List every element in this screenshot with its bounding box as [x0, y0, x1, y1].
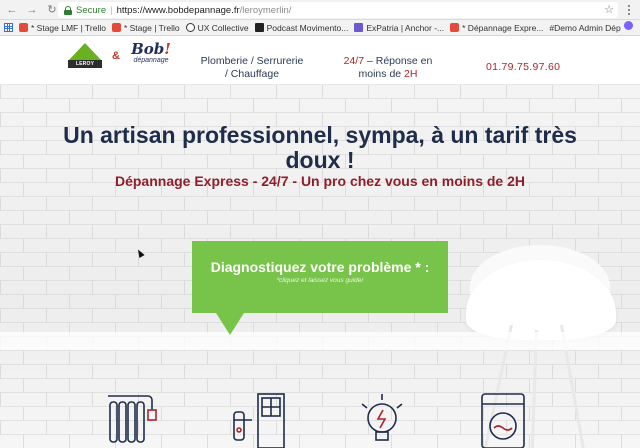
bookmarks-bar: * Stage LMF | Trello * Stage | Trello UX… — [0, 20, 640, 36]
diagnose-hint: *cliquez et laissez vous guider — [276, 277, 364, 284]
trello-icon — [111, 23, 121, 32]
address-bar[interactable]: Secure | https://www.bobdepannage.fr/ler… — [58, 2, 618, 18]
ux-collective-icon — [185, 23, 195, 32]
lightbulb-icon[interactable] — [352, 388, 412, 448]
site-header: LEROY MERLIN & Bob! dépannage Plomberie … — [0, 37, 640, 85]
lock-icon — [64, 5, 72, 15]
url-domain: https://www.bobdepannage.fr — [116, 4, 240, 16]
bookmark-star-icon[interactable]: ☆ — [604, 3, 614, 16]
phone-number[interactable]: 01.79.75.97.60 — [486, 61, 560, 73]
browser-toolbar: ← → ↻ Secure | https://www.bobdepannage.… — [0, 0, 640, 20]
podcast-icon — [254, 23, 264, 32]
diagnose-button[interactable]: Diagnostiquez votre problème * : *clique… — [192, 241, 448, 313]
bookmark-depannage[interactable]: * Dépannage Expre... — [450, 23, 543, 33]
services-nav[interactable]: Plomberie / Serrurerie / Chauffage — [196, 55, 308, 81]
ampersand: & — [112, 50, 120, 62]
bookmark-stage-lmf[interactable]: * Stage LMF | Trello — [19, 23, 106, 33]
diagnose-title: Diagnostiquez votre problème * : — [210, 259, 430, 275]
hero-subtitle: Dépannage Express - 24/7 - Un pro chez v… — [114, 173, 525, 189]
door-lock-icon[interactable] — [228, 388, 288, 448]
back-icon[interactable]: ← — [4, 2, 20, 18]
washing-machine-icon[interactable] — [478, 388, 538, 448]
bob-depannage-logo[interactable]: Bob! dépannage — [131, 41, 171, 65]
apps-icon[interactable] — [4, 23, 13, 32]
hero-section: Un artisan professionnel, sympa, à un ta… — [0, 85, 640, 448]
secure-label: Secure — [76, 4, 107, 16]
separator: | — [110, 4, 113, 16]
forward-icon[interactable]: → — [24, 2, 40, 18]
availability-info: 24/7 – Réponse en moins de 2H — [343, 55, 433, 80]
radiator-icon[interactable] — [100, 388, 160, 448]
trello-icon — [450, 23, 460, 32]
bookmark-ux-collective[interactable]: UX Collective — [185, 23, 249, 33]
anchor-icon — [354, 23, 364, 32]
browser-menu-icon[interactable] — [624, 3, 634, 17]
url-path: /leroymerlin/ — [239, 4, 292, 16]
leroy-merlin-logo[interactable]: LEROY MERLIN — [68, 43, 102, 75]
table-surface — [0, 332, 640, 350]
bookmark-podcast[interactable]: Podcast Movimento... — [254, 23, 348, 33]
demo-icon — [624, 21, 633, 30]
hero-title: Un artisan professionnel, sympa, à un ta… — [63, 122, 577, 173]
bookmark-demo-admin[interactable]: #Demo Admin Dép — [549, 21, 633, 33]
trello-icon — [19, 23, 28, 32]
bookmark-stage[interactable]: * Stage | Trello — [111, 23, 180, 33]
diagnose-button-pointer — [216, 313, 244, 335]
bookmark-expatria[interactable]: ExPatria | Anchor -... — [354, 23, 444, 33]
